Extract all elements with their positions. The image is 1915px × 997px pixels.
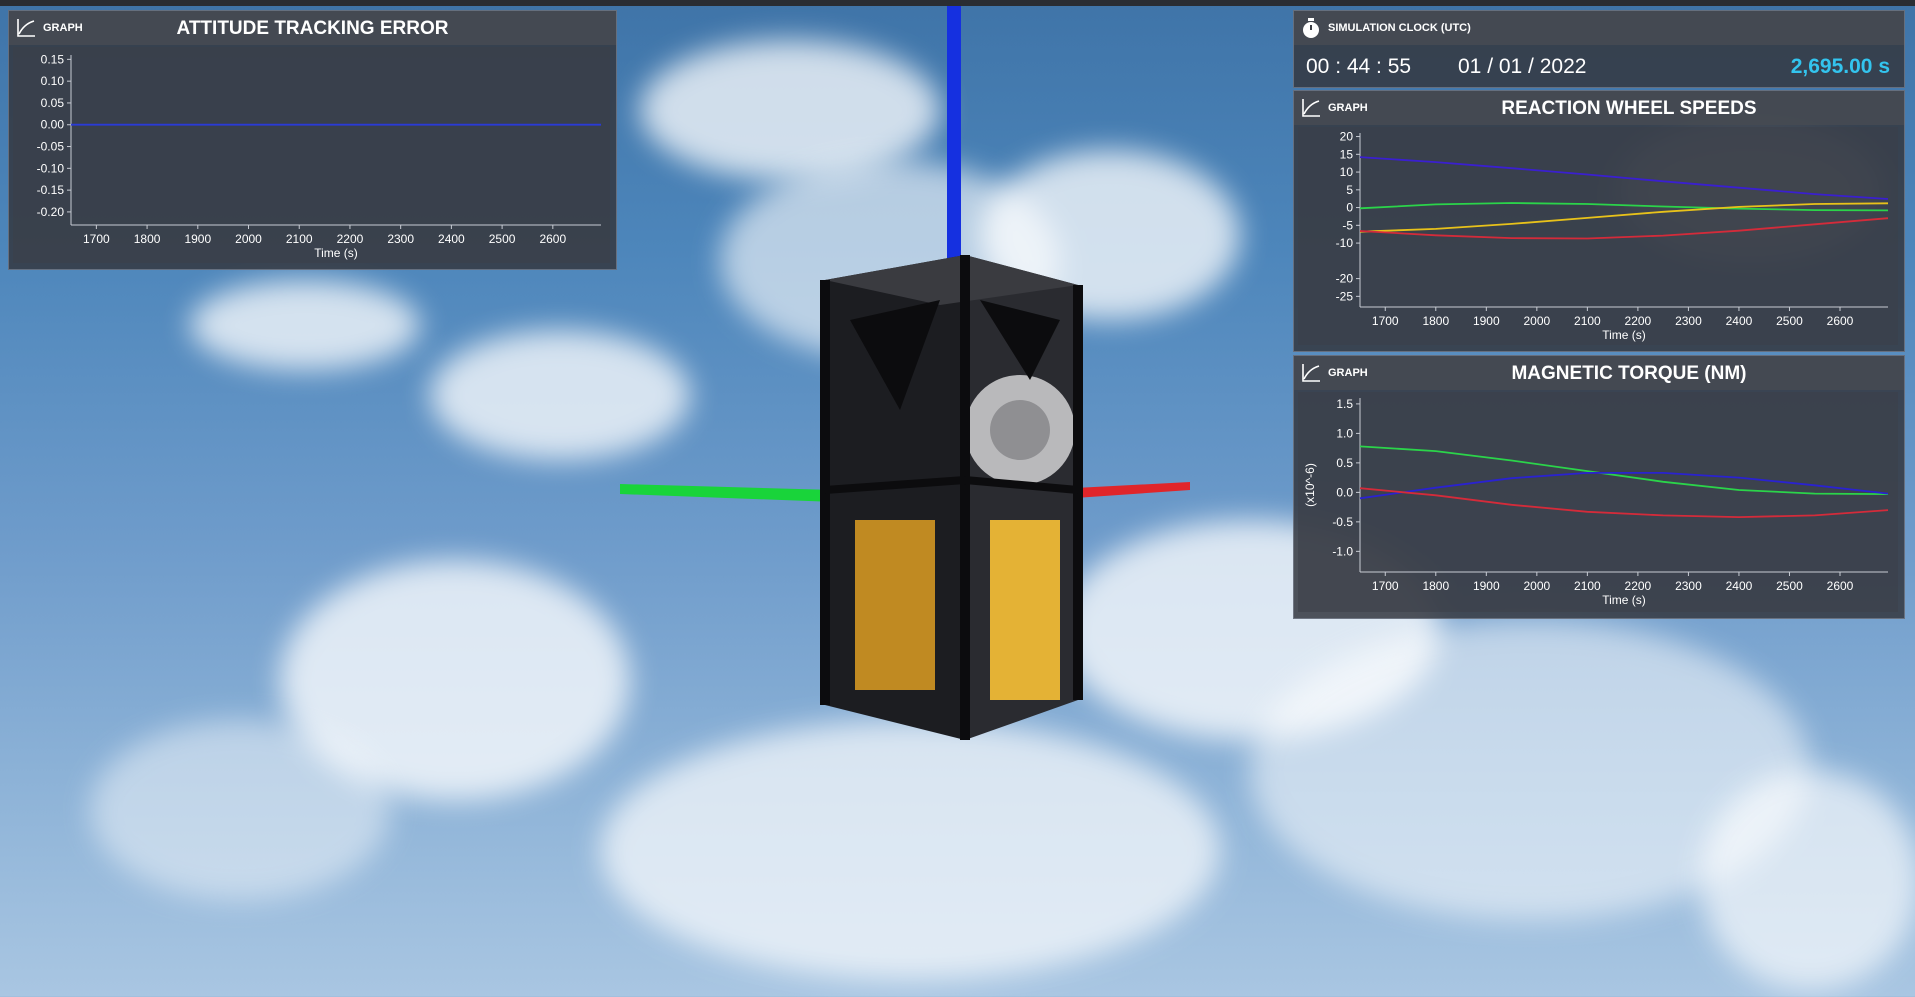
y-tick-label: 0.5	[1336, 456, 1353, 470]
attitude-graph-panel: GRAPH ATTITUDE TRACKING ERROR 0.15 0.10 0.…	[8, 10, 617, 270]
clock-time: 00 : 44 : 55	[1306, 55, 1412, 78]
torque-panel-title: MAGNETIC TORQUE (NM)	[1511, 363, 1747, 384]
y-tick-label: 0	[1346, 201, 1353, 215]
y-tick-label: -10	[1336, 236, 1354, 250]
x-tick-label: 2500	[489, 232, 516, 246]
wheel-panel-header: GRAPH REACTION WHEEL SPEEDS	[1294, 91, 1904, 125]
x-tick-label: 2100	[286, 232, 313, 246]
series-line-2	[1359, 202, 1889, 233]
x-axis-label: Time (s)	[314, 246, 358, 260]
x-tick-label: 2000	[1523, 314, 1550, 328]
y-tick-label: -1.0	[1332, 544, 1353, 558]
x-tick-label: 2100	[1574, 579, 1601, 593]
y-tick-label: 20	[1340, 130, 1354, 144]
stopwatch-icon	[1303, 18, 1319, 38]
x-tick-label: 1800	[134, 232, 161, 246]
y-tick-label: 5	[1346, 183, 1353, 197]
x-tick-label: 2000	[1523, 579, 1550, 593]
y-tick-label: 0.00	[41, 118, 65, 132]
wheel-plot-area: 20 15 10 5 0 -5 -10 -20 -25 1700 1800 1900 2000 2100 2…	[1298, 127, 1898, 345]
y-tick-label: -0.05	[37, 140, 65, 154]
x-tick-label: 1800	[1422, 579, 1449, 593]
y-tick-label: -0.20	[37, 205, 65, 219]
y-tick-label: -20	[1336, 272, 1354, 286]
x-tick-label: 1900	[1473, 314, 1500, 328]
torque-plot-area: 1.5 1.0 0.5 0.0 -0.5 -1.0 1700 1800 1900 2000 2100…	[1298, 392, 1898, 612]
clock-date: 01 / 01 / 2022	[1458, 55, 1587, 78]
x-tick-label: 2000	[235, 232, 262, 246]
y-tick-label: -0.5	[1332, 515, 1353, 529]
x-tick-label: 2200	[1625, 579, 1652, 593]
x-tick-label: 2400	[438, 232, 465, 246]
x-tick-label: 2300	[1675, 579, 1702, 593]
y-tick-label: 1.5	[1336, 397, 1353, 411]
x-tick-label: 1700	[1372, 579, 1399, 593]
wheel-speeds-chart: 20 15 10 5 0 -5 -10 -20 -25 1700 1800 1900 2000 2100 2…	[1336, 130, 1889, 342]
x-axis-red	[1075, 482, 1190, 498]
y-tick-label: -25	[1336, 289, 1354, 303]
magnetic-torque-graph-panel: GRAPH MAGNETIC TORQUE (NM) 1.5 1.0 0.5 0.0 -…	[1293, 355, 1905, 619]
satellite-view	[620, 6, 1190, 740]
graph-icon	[1302, 364, 1320, 382]
wheel-speeds-graph-panel: GRAPH REACTION WHEEL SPEEDS 20 15 10 5 0 -5 -1…	[1293, 90, 1905, 352]
x-tick-label: 2400	[1726, 314, 1753, 328]
x-axis-label: Time (s)	[1602, 593, 1646, 607]
x-tick-label: 2500	[1776, 579, 1803, 593]
x-tick-label: 2200	[337, 232, 364, 246]
x-tick-label: 1900	[1473, 579, 1500, 593]
y-tick-label: 15	[1340, 147, 1354, 161]
cubesat-body	[820, 255, 1083, 740]
x-tick-label: 2600	[1827, 579, 1854, 593]
y-axis-green	[620, 484, 835, 502]
attitude-panel-title: ATTITUDE TRACKING ERROR	[176, 18, 449, 39]
x-tick-label: 2600	[1827, 314, 1854, 328]
y-tick-label: 10	[1340, 165, 1354, 179]
y-axis-label: (x10^-6)	[1303, 463, 1317, 507]
x-tick-label: 1800	[1422, 314, 1449, 328]
torque-panel-header: GRAPH MAGNETIC TORQUE (NM)	[1294, 356, 1904, 390]
y-tick-label: -0.15	[37, 183, 65, 197]
attitude-plot-area: 0.15 0.10 0.05 0.00 -0.05 -0.10 -0.15 -0.20 1700…	[13, 47, 610, 263]
x-tick-label: 2300	[387, 232, 414, 246]
series-line-0	[1359, 156, 1889, 200]
clock-panel-title: SIMULATION CLOCK (UTC)	[1328, 22, 1471, 34]
y-tick-label: -5	[1342, 218, 1353, 232]
x-tick-label: 2300	[1675, 314, 1702, 328]
x-axis-label: Time (s)	[1602, 328, 1646, 342]
x-tick-label: 2200	[1625, 314, 1652, 328]
x-tick-label: 1700	[1372, 314, 1399, 328]
x-tick-label: 2600	[539, 232, 566, 246]
y-tick-label: 1.0	[1336, 426, 1353, 440]
magnetic-torque-chart: 1.5 1.0 0.5 0.0 -0.5 -1.0 1700 1800 1900 2000 2100…	[1303, 397, 1889, 607]
y-tick-label: 0.0	[1336, 485, 1353, 499]
y-tick-label: 0.05	[41, 96, 65, 110]
x-tick-label: 2100	[1574, 314, 1601, 328]
x-tick-label: 1700	[83, 232, 110, 246]
clock-elapsed: 2,695.00 s	[1790, 55, 1890, 78]
x-tick-label: 2400	[1726, 579, 1753, 593]
attitude-chart: 0.15 0.10 0.05 0.00 -0.05 -0.10 -0.15 -0.20 1700…	[37, 52, 601, 260]
clock-panel-header: SIMULATION CLOCK (UTC)	[1294, 11, 1904, 45]
graph-icon	[1302, 99, 1320, 117]
wheel-panel-title: REACTION WHEEL SPEEDS	[1501, 98, 1757, 119]
attitude-panel-header: GRAPH ATTITUDE TRACKING ERROR	[9, 11, 616, 45]
x-tick-label: 1900	[184, 232, 211, 246]
y-tick-label: 0.15	[41, 52, 65, 66]
x-tick-label: 2500	[1776, 314, 1803, 328]
y-tick-label: 0.10	[41, 74, 65, 88]
y-tick-label: -0.10	[37, 161, 65, 175]
simulation-clock-panel: SIMULATION CLOCK (UTC) 00 : 44 : 55 01 /…	[1293, 10, 1905, 88]
